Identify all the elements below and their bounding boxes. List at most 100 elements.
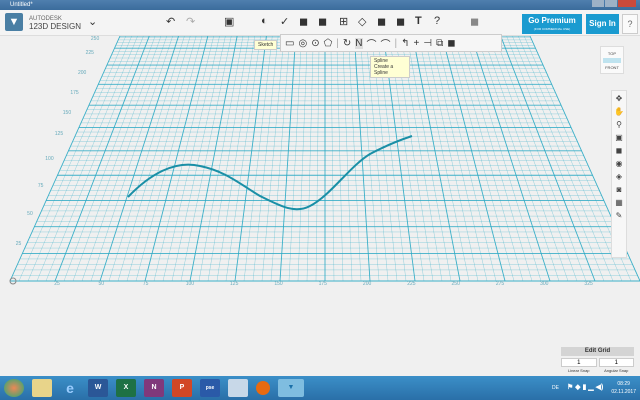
spline-curve[interactable]: [127, 135, 413, 211]
sketch-tool-icon[interactable]: ◐: [261, 15, 268, 27]
three-point-arc-icon[interactable]: ⌒: [381, 36, 391, 51]
combine-icon[interactable]: ◇: [358, 15, 366, 28]
redo-icon[interactable]: ↷: [186, 15, 195, 28]
sign-in-button[interactable]: Sign In: [586, 14, 619, 34]
taskbar-onenote-icon[interactable]: N: [144, 379, 164, 397]
polygon-icon[interactable]: ⬠: [324, 38, 333, 49]
taskbar-excel-icon[interactable]: X: [116, 379, 136, 397]
language-indicator[interactable]: DE: [552, 384, 559, 392]
grid-line: [336, 35, 344, 282]
grid-line: [126, 35, 197, 282]
extend-icon[interactable]: ⊣: [423, 38, 432, 49]
grid-line: [418, 35, 470, 282]
start-button[interactable]: [4, 379, 24, 397]
taskbar-123d-icon[interactable]: ▼: [278, 379, 304, 397]
grid-plane[interactable]: 250 225 200 175 150 125 100 75 50 25 25 50 75 100 125 1…: [0, 35, 640, 376]
grid-line: [297, 35, 308, 282]
view-cube[interactable]: TOP FRONT: [600, 46, 624, 74]
primitives-icon[interactable]: ▣: [224, 15, 234, 28]
app-logo-icon[interactable]: ▼: [5, 13, 23, 31]
orbit-icon[interactable]: ✋: [614, 107, 624, 116]
circle-icon[interactable]: ◎: [298, 38, 307, 49]
physical-material-icon[interactable]: ✎: [616, 211, 623, 220]
help-button[interactable]: ?: [622, 14, 638, 34]
box-icon[interactable]: ◼: [470, 15, 479, 28]
polyline-icon[interactable]: ↻: [343, 38, 351, 49]
clock[interactable]: 08:29 02.11.2017: [611, 380, 636, 396]
taskbar-powerpoint-icon[interactable]: P: [172, 379, 192, 397]
grid-line: [54, 35, 150, 282]
menu-chevron-icon[interactable]: ⌄: [88, 15, 97, 28]
windows-taskbar: e W X N P pse ▼ DE ⚑ ◆ ▮ ▁ ◀) 08:29 02.11.2…: [0, 376, 640, 400]
edit-grid-button[interactable]: Edit Grid: [561, 347, 634, 356]
grid-axis-label: 75: [143, 281, 149, 287]
grid-axis-label: 175: [70, 90, 79, 96]
grid-line: [153, 35, 214, 282]
grid-axis-label: 300: [540, 281, 549, 287]
material-icon[interactable]: ◼: [396, 15, 405, 28]
trim-icon[interactable]: +: [414, 38, 420, 49]
grouping-icon[interactable]: ⊞: [339, 15, 348, 28]
grid-axis-label: 125: [230, 281, 239, 287]
minimize-button[interactable]: [592, 0, 604, 7]
app-brand: AUTODESK 123D DESIGN: [29, 15, 81, 31]
grid-line: [234, 35, 267, 282]
grid-axis-label: 150: [63, 110, 72, 116]
materials-icon[interactable]: ◈: [616, 172, 622, 181]
pan-icon[interactable]: ✥: [616, 94, 623, 103]
two-point-arc-icon[interactable]: ⌒: [367, 36, 377, 51]
text-icon[interactable]: T: [415, 15, 422, 27]
grid-line: [180, 35, 232, 282]
offset-icon[interactable]: ⧉: [436, 38, 443, 49]
visibility-icon[interactable]: ◉: [616, 159, 623, 168]
camera-icon[interactable]: ◙: [617, 185, 622, 194]
grid-axis-label: 150: [274, 281, 283, 287]
close-button[interactable]: [618, 0, 636, 7]
taskbar-word-icon[interactable]: W: [88, 379, 108, 397]
grid-axis-label: 325: [584, 281, 593, 287]
taskbar-file-icon[interactable]: [228, 379, 248, 397]
grid-line: [225, 35, 261, 282]
taskbar-pse-icon[interactable]: pse: [200, 379, 220, 397]
grid-line: [162, 35, 220, 282]
sketch-toolbar: ▭ ◎ ⊙ ⬠ | ↻ N ⌒ ⌒ | ↰ + ⊣ ⧉ ◼: [280, 34, 502, 52]
rectangle-icon[interactable]: ▭: [285, 38, 294, 49]
taskbar-media-icon[interactable]: [256, 381, 270, 395]
taskbar-explorer-icon[interactable]: [32, 379, 52, 397]
angular-snap-input[interactable]: 1: [598, 358, 634, 367]
spline-icon[interactable]: N: [355, 37, 363, 49]
go-premium-button[interactable]: Go Premium (FOR COMMERCIAL USE): [522, 14, 582, 34]
grid-line: [198, 35, 244, 282]
grid-line: [512, 35, 614, 282]
taskbar-ie-icon[interactable]: e: [60, 379, 80, 397]
grid-axis-label: 200: [78, 70, 87, 76]
grid-axis-label: 25: [54, 281, 60, 287]
undo-icon[interactable]: ↶: [166, 15, 175, 28]
grid-line: [189, 35, 238, 282]
linear-snap-input[interactable]: 1: [561, 358, 597, 367]
grid-axis-label: 250: [452, 281, 461, 287]
system-tray: DE ⚑ ◆ ▮ ▁ ◀) 08:29 02.11.2017: [552, 380, 636, 396]
clock-date: 02.11.2017: [611, 389, 636, 395]
grid-line: [279, 35, 297, 282]
modify-icon[interactable]: ◼: [299, 15, 308, 28]
pattern-icon[interactable]: ◼: [318, 15, 327, 28]
ellipse-icon[interactable]: ⊙: [311, 38, 319, 49]
window-title: Untitled*: [10, 2, 33, 8]
maximize-button[interactable]: [605, 0, 617, 7]
project-icon[interactable]: ◼: [447, 38, 455, 49]
3d-viewport[interactable]: 250 225 200 175 150 125 100 75 50 25 25 50 75 100 125 1…: [0, 35, 640, 376]
fillet-icon[interactable]: ↰: [401, 38, 409, 49]
grid-snap-icon[interactable]: ▦: [615, 198, 623, 207]
grid-axis-label: 25: [16, 241, 22, 247]
navigation-bar: ✥ ✋ ⚲ ▣ ◼ ◉ ◈ ◙ ▦ ✎: [611, 90, 627, 258]
fit-icon[interactable]: ▣: [615, 133, 623, 142]
grid-line: [99, 35, 179, 282]
construct-icon[interactable]: ✓: [280, 15, 289, 28]
snap-icon[interactable]: ?: [434, 15, 440, 27]
grid-axis-label: 100: [186, 281, 195, 287]
measure-icon[interactable]: ◼: [377, 15, 386, 28]
grid-line: [306, 35, 314, 282]
perspective-icon[interactable]: ◼: [616, 146, 623, 155]
zoom-icon[interactable]: ⚲: [616, 120, 622, 129]
